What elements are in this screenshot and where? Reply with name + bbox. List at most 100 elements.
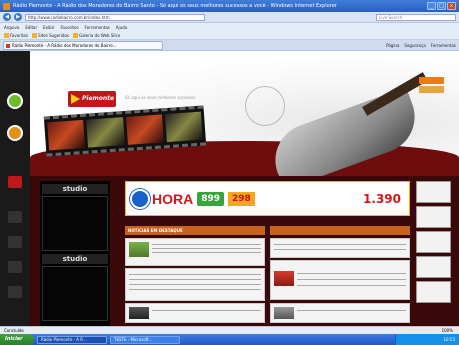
header-button-1[interactable] — [419, 77, 444, 84]
banner-price: 298 — [228, 191, 255, 206]
studio-label: studio — [42, 184, 108, 194]
news-thumbnail — [129, 307, 149, 319]
news-heading: NOTICIAS EM DESTAQUE — [125, 226, 265, 235]
news-item[interactable] — [125, 303, 265, 323]
address-input[interactable]: http://www.radiobairro.com.br/index.htm — [25, 13, 205, 21]
studio-label: studio — [42, 254, 108, 264]
web-page: Piemonte Só aqui os seus melhores sucess… — [0, 51, 459, 326]
text-line — [129, 284, 261, 285]
text-line — [152, 248, 261, 249]
decorative-swirl — [245, 86, 285, 126]
window-titlebar: Rádio Piemonte - A Rádio dos Moradores d… — [0, 0, 459, 12]
text-line — [274, 249, 406, 250]
music-icon[interactable] — [8, 261, 22, 273]
text-line — [297, 310, 406, 311]
menu-item-view[interactable]: Exibir — [43, 25, 54, 30]
window-title: Rádio Piemonte - A Rádio dos Moradores d… — [13, 3, 337, 9]
site-logo[interactable]: Piemonte — [68, 91, 116, 107]
menu-item-edit[interactable]: Editar — [25, 25, 37, 30]
menu-item-tools[interactable]: Ferramentas — [85, 25, 110, 30]
ad-slot[interactable] — [416, 181, 451, 203]
news-item[interactable] — [125, 238, 265, 266]
text-line — [129, 279, 261, 280]
content-area: studio studio HORA 899 298 1.390 NOTICIA… — [30, 176, 459, 326]
ad-slot[interactable] — [416, 281, 451, 303]
news-thumbnail — [129, 242, 149, 257]
chat-icon[interactable] — [8, 236, 22, 248]
text-line — [129, 289, 261, 290]
command-bar: Página Segurança Ferramentas — [386, 43, 456, 48]
film-frame — [86, 117, 125, 148]
maximize-button[interactable]: □ — [437, 2, 446, 10]
system-tray-clock: 10:53 — [395, 334, 459, 345]
header-button-2[interactable] — [419, 86, 444, 93]
player-sidebar — [0, 51, 30, 326]
menu-item-file[interactable]: Arquivo — [4, 25, 19, 30]
favorites-bar: Favoritos Sites Sugeridos Galeria do Web… — [0, 31, 459, 40]
taskbar-item[interactable]: Rádio Piemonte - A R... — [37, 335, 107, 344]
back-button[interactable]: ◀ — [3, 13, 11, 21]
suggested-sites-link[interactable]: Sites Sugeridos — [32, 32, 69, 38]
text-line — [129, 274, 261, 275]
text-line — [152, 310, 261, 311]
banner-price: 899 — [197, 191, 225, 206]
radio-icon[interactable] — [8, 176, 22, 188]
status-text: Concluído — [4, 328, 24, 333]
news-thumbnail — [274, 271, 294, 286]
star-icon — [4, 32, 9, 38]
status-bar: Concluído 100% — [0, 326, 459, 334]
tools-menu[interactable]: Ferramentas — [431, 43, 456, 48]
web-slice-gallery-link[interactable]: Galeria do Web Slice — [73, 32, 120, 38]
news-item[interactable] — [270, 260, 410, 300]
film-frame — [125, 114, 164, 145]
address-bar-row: ◀ ▶ http://www.radiobairro.com.br/index.… — [0, 12, 459, 23]
promo-banner[interactable]: HORA 899 298 1.390 — [125, 181, 410, 216]
play-button[interactable] — [7, 93, 23, 109]
text-line — [274, 244, 406, 245]
menu-item-favorites[interactable]: Favoritos — [60, 25, 78, 30]
site-slogan: Só aqui os seus melhores sucessos — [125, 95, 196, 100]
news-heading-bar — [270, 226, 410, 235]
search-input[interactable]: Live Search — [376, 13, 456, 21]
tab-bar: Rádio Piemonte - A Rádio dos Moradores d… — [0, 40, 459, 51]
news-thumbnail — [274, 307, 294, 319]
studio-webcam[interactable] — [42, 196, 108, 251]
menu-item-help[interactable]: Ajuda — [116, 25, 127, 30]
banner-hora-text: HORA — [152, 190, 194, 207]
ad-slot[interactable] — [416, 256, 451, 278]
mail-icon[interactable] — [8, 286, 22, 298]
news-item[interactable] — [270, 238, 410, 258]
studio-webcam[interactable] — [42, 266, 108, 321]
ie-icon — [3, 2, 10, 10]
text-line — [297, 273, 406, 274]
sidebar-ads — [416, 181, 451, 321]
zoom-level[interactable]: 100% — [442, 327, 459, 334]
news-item[interactable] — [270, 303, 410, 323]
ad-slot[interactable] — [416, 231, 451, 253]
text-line — [297, 285, 406, 286]
browser-tab[interactable]: Rádio Piemonte - A Rádio dos Moradores d… — [3, 40, 163, 50]
film-frame — [164, 111, 203, 143]
news-item[interactable] — [125, 268, 265, 301]
page-icon — [73, 32, 78, 38]
banner-price: 1.390 — [363, 191, 401, 206]
forward-button[interactable]: ▶ — [14, 13, 22, 21]
favorites-button[interactable]: Favoritos — [4, 32, 28, 38]
ad-slot[interactable] — [416, 206, 451, 228]
page-icon — [32, 32, 38, 38]
safety-menu[interactable]: Segurança — [404, 43, 425, 48]
start-button[interactable]: Iniciar — [0, 334, 34, 345]
studio-column: studio studio — [40, 181, 110, 326]
volume-icon[interactable] — [8, 211, 22, 223]
text-line — [152, 252, 261, 253]
taskbar: Iniciar Rádio Piemonte - A R... TESTE - … — [0, 334, 459, 345]
taskbar-item[interactable]: TESTE - Microsoft... — [110, 335, 180, 344]
flag-icon — [71, 94, 80, 104]
page-menu[interactable]: Página — [386, 43, 399, 48]
stop-button[interactable] — [7, 125, 23, 141]
close-button[interactable]: x — [447, 2, 456, 10]
window-controls: _ □ x — [427, 2, 456, 10]
menu-bar: Arquivo Editar Exibir Favoritos Ferramen… — [0, 23, 459, 31]
minimize-button[interactable]: _ — [427, 2, 436, 10]
film-frame — [47, 119, 86, 151]
